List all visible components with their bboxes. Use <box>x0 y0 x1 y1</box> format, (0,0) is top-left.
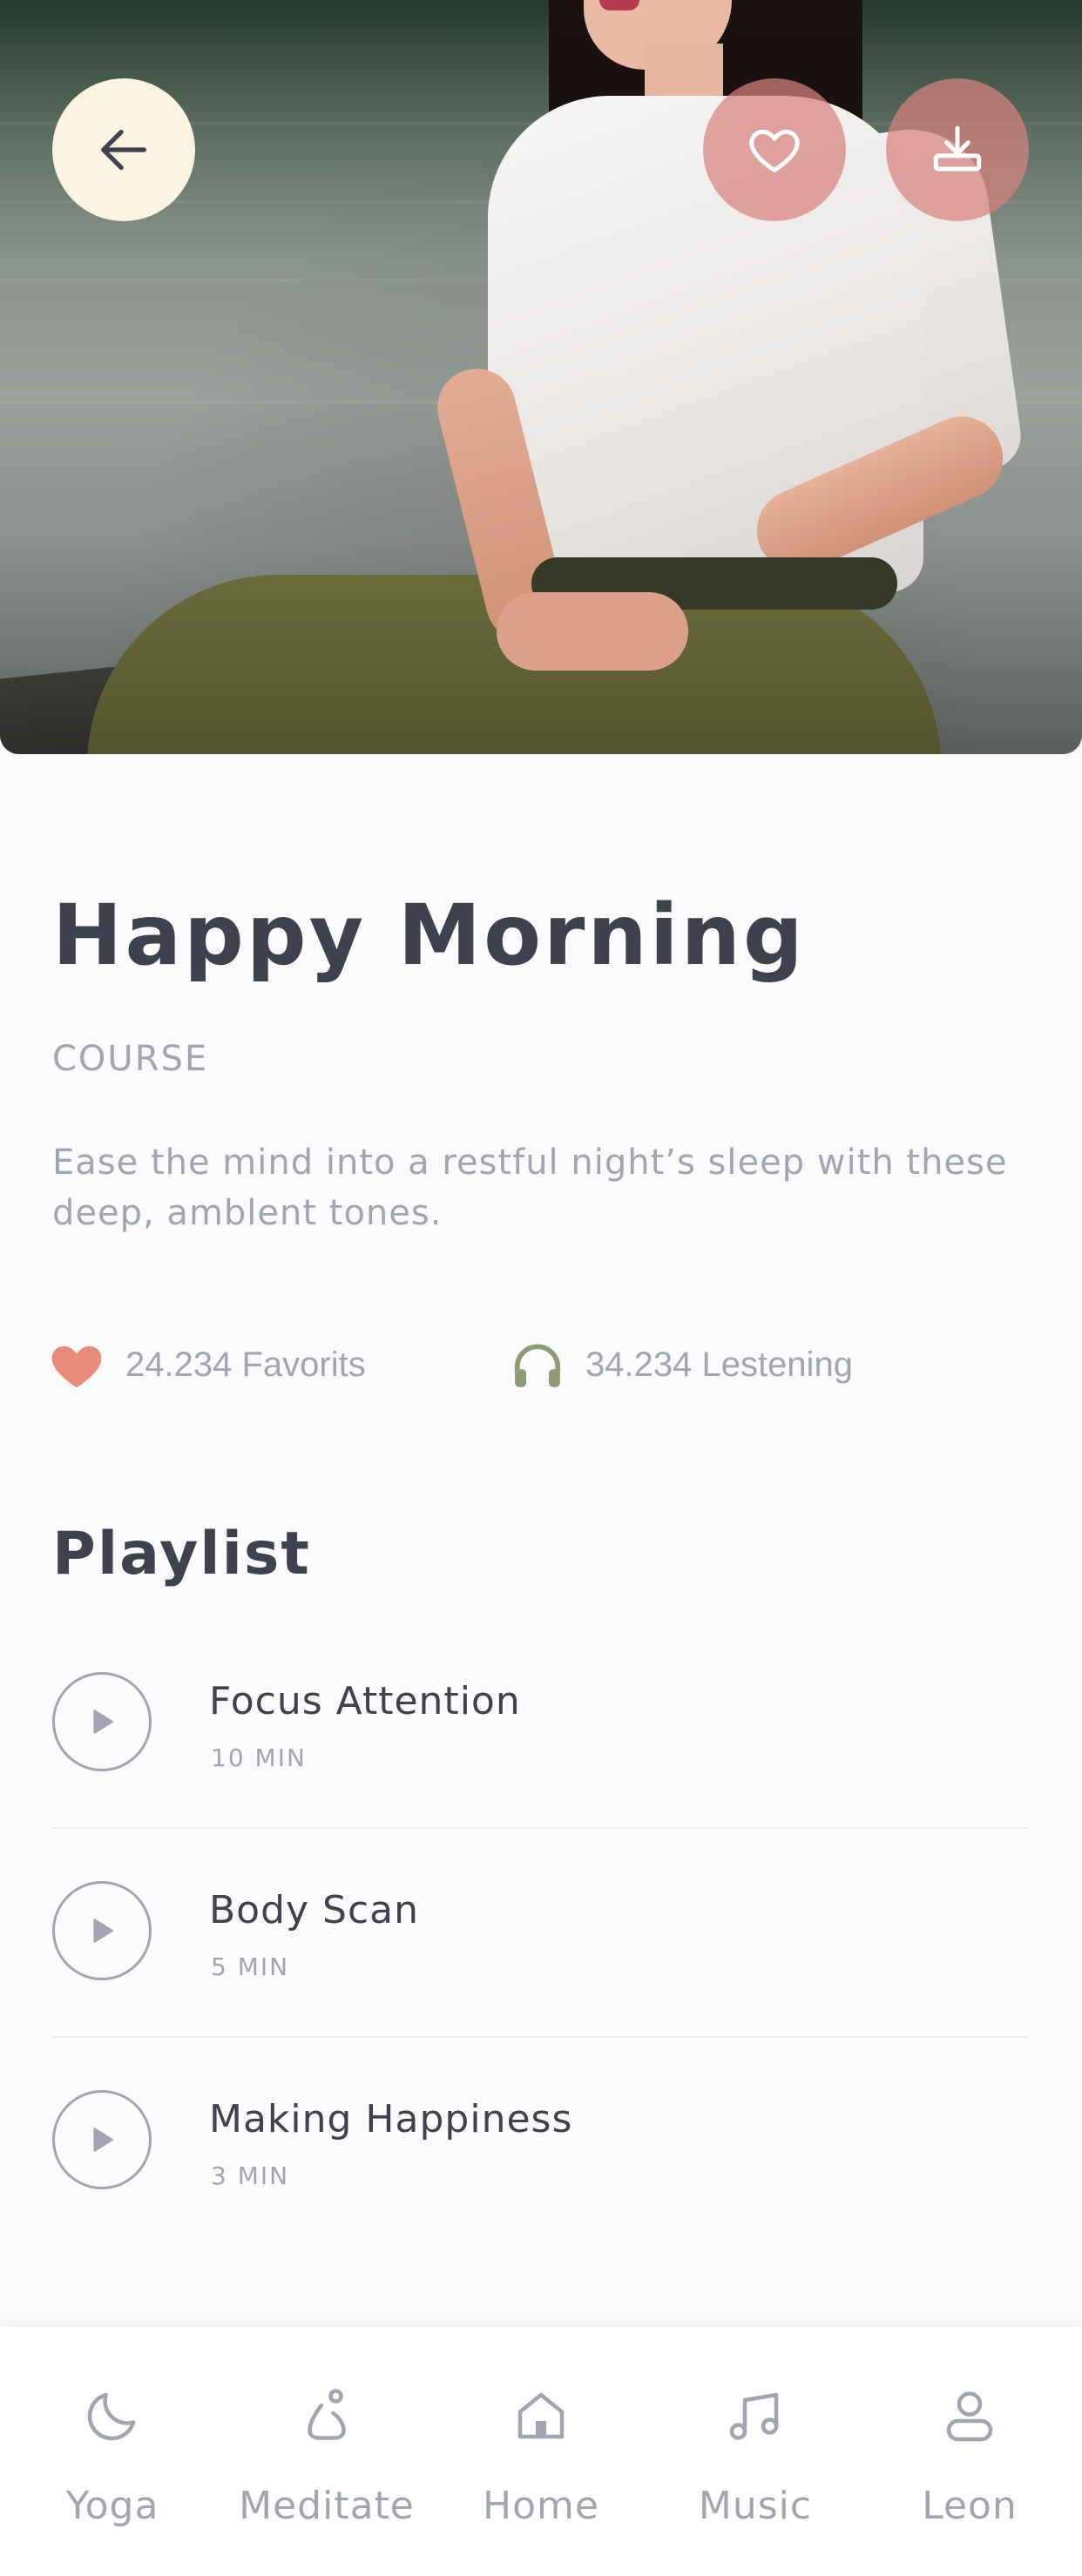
play-button[interactable] <box>52 1672 152 1771</box>
moon-icon <box>78 2381 147 2451</box>
track-duration: 3 MIN <box>211 2161 290 2190</box>
download-icon <box>933 125 982 172</box>
arrow-left-icon <box>101 129 146 171</box>
tab-label: Yoga <box>65 2484 159 2528</box>
heart-outline-icon <box>749 129 800 172</box>
favorite-button[interactable] <box>703 78 846 221</box>
tab-label: Music <box>698 2484 813 2528</box>
tab-meditate[interactable]: Meditate <box>231 2327 423 2576</box>
bottom-tab-bar: Yoga Meditate Home Music Leon <box>0 2327 1082 2576</box>
track-title: Body Scan <box>209 1888 420 1932</box>
track-duration: 10 MIN <box>211 1743 307 1772</box>
heart-filled-icon <box>51 1345 102 1388</box>
course-description: Ease the mind into a restful night’s sle… <box>52 1143 1008 1233</box>
playlist-item[interactable]: Making Happiness 3 MIN <box>52 2038 1028 2247</box>
tab-label: Home <box>483 2484 599 2528</box>
tab-label: Meditate <box>239 2484 415 2528</box>
tab-yoga[interactable]: Yoga <box>17 2327 208 2576</box>
listening-count: 34.234 Lestening <box>585 1345 853 1384</box>
favorites-stat: 24.234 Favorits <box>49 1337 366 1393</box>
tab-music[interactable]: Music <box>659 2327 851 2576</box>
profile-icon <box>935 2381 1004 2451</box>
track-title: Focus Attention <box>209 1679 521 1723</box>
meditate-icon <box>292 2381 362 2451</box>
course-title: Happy Morning <box>52 887 806 984</box>
play-button[interactable] <box>52 1881 152 1980</box>
playlist-heading: Playlist <box>52 1520 311 1588</box>
playlist-item[interactable]: Body Scan 5 MIN <box>52 1829 1028 2038</box>
download-button[interactable] <box>886 78 1029 221</box>
course-type-label: COURSE <box>52 1039 209 1079</box>
track-duration: 5 MIN <box>211 1952 290 1981</box>
headphones-icon <box>514 1344 561 1387</box>
play-icon <box>93 2128 113 2152</box>
back-button[interactable] <box>52 78 195 221</box>
listening-stat: 34.234 Lestening <box>511 1337 853 1393</box>
play-icon <box>93 1709 113 1734</box>
play-button[interactable] <box>52 2090 152 2189</box>
favorites-count: 24.234 Favorits <box>125 1345 366 1384</box>
track-title: Making Happiness <box>209 2097 573 2141</box>
tab-profile[interactable]: Leon <box>874 2327 1065 2576</box>
music-note-icon <box>720 2381 790 2451</box>
play-icon <box>93 1919 113 1943</box>
tab-label: Leon <box>922 2484 1018 2528</box>
home-icon <box>506 2381 576 2451</box>
tab-home[interactable]: Home <box>445 2327 637 2576</box>
playlist-item[interactable]: Focus Attention 10 MIN <box>52 1620 1028 1829</box>
